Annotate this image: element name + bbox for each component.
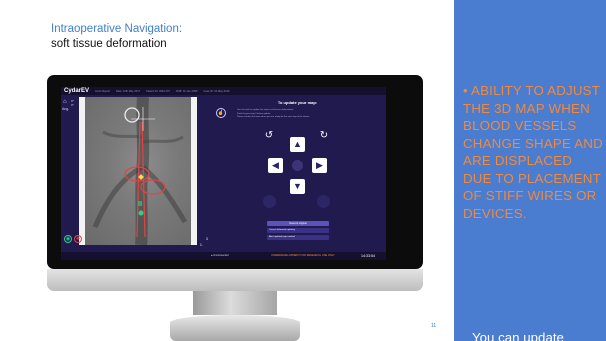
zoom-out-control[interactable] — [263, 195, 276, 208]
bullet-point: • ABILITY TO ADJUST THE 3D MAP WHEN BLOO… — [463, 82, 603, 222]
angle-values: 0° 0° — [71, 99, 74, 107]
home-icon[interactable]: ⌂ — [63, 99, 67, 105]
angiogram-image — [85, 97, 191, 245]
angle-value-2: 0° — [71, 103, 74, 107]
panel-title: To update your map: — [277, 100, 318, 105]
reset-button[interactable]: Reset to original — [267, 221, 329, 226]
option-radio-1[interactable]: Correct deformed updating — [267, 228, 329, 233]
slide-number: 11 — [431, 323, 437, 329]
app-meta-2: Date: 10th May 2017 — [116, 89, 141, 93]
app-logo: CydarEV — [64, 88, 90, 94]
frame-number-1: 3 — [206, 237, 208, 241]
map-update-panel: To update your map: ☝ Use the tools to u… — [211, 97, 384, 252]
option-radio-2[interactable]: Alert updated map marked — [267, 235, 329, 240]
zoom-in-control[interactable] — [317, 195, 330, 208]
app-meta-4: DOB: 01-Jan-1958 — [175, 89, 198, 93]
connection-status: ● Unconnected — [211, 254, 229, 257]
map-toggle-group: ◉ ✚ — [64, 235, 82, 243]
clock: 14:33:54 — [361, 253, 375, 258]
monitor-screen: CydarEV Aortic Repair Date: 10th May 201… — [61, 87, 386, 260]
angle-readout: Ang. — [62, 107, 69, 111]
panel-instructions: Use the tools to update the map to soft … — [237, 109, 367, 120]
monitor-chin — [47, 269, 423, 291]
sub-bullet-text: You can update — [472, 330, 564, 341]
frame-number-2: 1. — [200, 243, 203, 247]
option-label-2: Alert updated map marked — [269, 236, 295, 238]
app-topbar: CydarEV Aortic Repair Date: 10th May 201… — [61, 87, 386, 95]
slide-content: Intraoperative Navigation: soft tissue d… — [0, 0, 445, 341]
move-down-button[interactable]: ▼ — [290, 179, 305, 194]
app-meta-5: Case ID: 16-May-2019 — [203, 89, 230, 93]
bullet-marker: • — [463, 83, 468, 98]
fluoroscopy-panel[interactable] — [79, 97, 197, 245]
blue-text-panel: • ABILITY TO ADJUST THE 3D MAP WHEN BLOO… — [454, 0, 606, 341]
angle-label: Ang. — [62, 107, 70, 111]
move-left-button[interactable]: ◀ — [268, 158, 283, 173]
marker-toggle-icon[interactable]: ✚ — [74, 235, 82, 243]
app-meta-1: Aortic Repair — [95, 89, 111, 93]
move-right-button[interactable]: ▶ — [312, 158, 327, 173]
slide-title: Intraoperative Navigation: — [51, 23, 183, 35]
rotate-ccw-icon[interactable]: ↺ — [263, 130, 275, 142]
center-dot — [292, 160, 303, 171]
hand-icon: ☝ — [216, 108, 226, 118]
monitor-base — [170, 315, 300, 341]
move-up-button[interactable]: ▲ — [290, 137, 305, 152]
research-warning: UNDERDEVELOPMENT FOR RESEARCH USE ONLY — [271, 254, 335, 257]
slide-subtitle: soft tissue deformation — [51, 38, 167, 50]
app-statusbar: ● Unconnected UNDERDEVELOPMENT FOR RESEA… — [61, 252, 386, 260]
instruction-3: Please contact the team when you are rea… — [237, 116, 310, 119]
option-label-1: Correct deformed updating — [269, 229, 296, 231]
monitor-neck — [193, 291, 277, 315]
bullet-text: ABILITY TO ADJUST THE 3D MAP WHEN BLOOD … — [463, 83, 603, 221]
app-meta-3: Patient ID: 4664 475 — [146, 89, 170, 93]
rotate-cw-icon[interactable]: ↻ — [318, 130, 330, 142]
map-visible-icon[interactable]: ◉ — [64, 235, 72, 243]
